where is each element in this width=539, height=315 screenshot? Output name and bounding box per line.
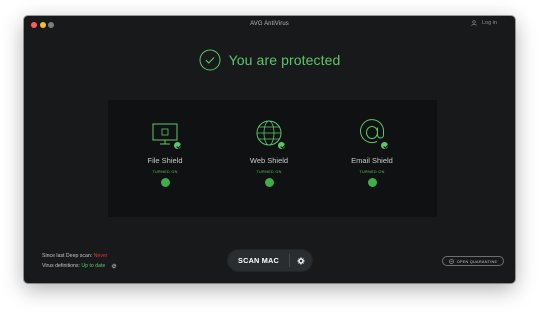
scan-controls: SCAN MAC (228, 250, 312, 271)
definitions-row: Virus definitions: Up to date (42, 261, 117, 271)
login-button[interactable]: Log in (471, 20, 497, 26)
deep-scan-value: Never (93, 253, 108, 259)
email-shield-check-icon (380, 141, 389, 150)
open-quarantine-label: OPEN QUARANTINE (456, 258, 498, 264)
gear-icon (297, 257, 305, 264)
open-quarantine-button[interactable]: OPEN QUARANTINE (442, 256, 504, 266)
app-window: AVG AntiVirus Log in You are protected F… (24, 16, 515, 283)
user-icon (471, 20, 477, 26)
quarantine-icon (448, 258, 454, 264)
login-label: Log in (482, 20, 497, 26)
deep-scan-row: Since last Deep scan: Never (42, 251, 117, 261)
web-shield-name: Web Shield (249, 156, 289, 165)
file-shield-state: TURNED ON (152, 170, 178, 174)
deep-scan-label: Since last Deep scan: (42, 253, 93, 259)
email-shield-name: Email Shield (351, 156, 393, 165)
refresh-icon[interactable] (111, 262, 117, 269)
email-shield-state: TURNED ON (359, 170, 385, 174)
file-shield-name: File Shield (147, 156, 183, 165)
file-shield-toggle[interactable] (160, 178, 170, 187)
definitions-label: Virus definitions: (42, 263, 80, 269)
protection-status-text: You are protected (228, 52, 341, 68)
definitions-value: Up to date (81, 263, 106, 269)
web-shield-toggle[interactable] (264, 178, 274, 187)
title-bar: AVG AntiVirus Log in (24, 16, 515, 33)
window-title: AVG AntiVirus (250, 20, 289, 27)
scan-settings-button[interactable] (290, 250, 312, 271)
file-shield-check-icon (173, 141, 182, 150)
web-shield-state: TURNED ON (256, 170, 282, 174)
checkmark-circle-icon (199, 49, 221, 71)
web-shield-card[interactable]: Web Shield TURNED ON (232, 118, 306, 187)
web-shield-check-icon (277, 141, 286, 150)
email-shield-toggle[interactable] (367, 178, 377, 187)
scan-mac-button[interactable]: SCAN MAC (228, 250, 289, 271)
email-shield-card[interactable]: Email Shield TURNED ON (335, 118, 409, 187)
protection-status: You are protected (24, 49, 515, 71)
file-shield-card[interactable]: File Shield TURNED ON (128, 118, 202, 187)
scan-info: Since last Deep scan: Never Virus defini… (42, 251, 117, 271)
